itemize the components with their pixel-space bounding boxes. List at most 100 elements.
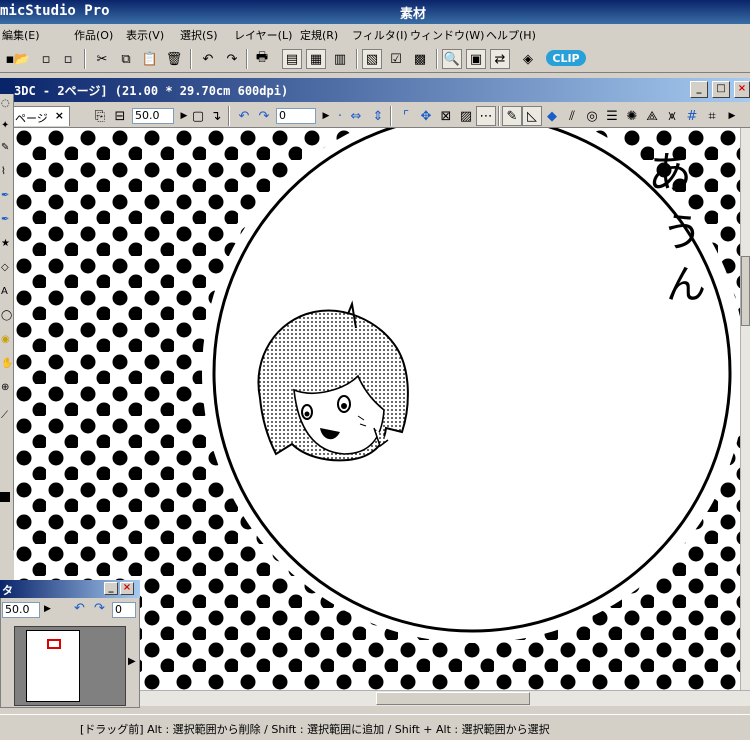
undo-icon[interactable]: ↶ (198, 49, 218, 69)
hand-tool-icon[interactable]: ✋ (1, 358, 13, 369)
expand-icon[interactable]: ✥ (416, 106, 436, 126)
close-button[interactable]: × (734, 81, 750, 98)
concentric-icon[interactable]: ◎ (582, 106, 602, 126)
maximize-button[interactable]: □ (712, 81, 730, 98)
flip-vertical-icon[interactable]: ⇕ (368, 106, 388, 126)
image-icon[interactable]: ▨ (456, 106, 476, 126)
print-icon[interactable]: 🖶 (252, 49, 272, 69)
text-tool-icon[interactable]: A (1, 286, 8, 297)
save-icon[interactable]: ▫ (36, 49, 56, 69)
clip-button[interactable]: CLIP (546, 50, 586, 66)
menu-filter[interactable]: フィルタ(I) (352, 27, 408, 43)
rotate-right-icon[interactable]: ↷ (254, 106, 274, 126)
layer-palette-icon[interactable]: ▤ (282, 49, 302, 69)
triangle-ruler-icon[interactable]: ◺ (522, 106, 542, 126)
frame-icon[interactable]: ⊠ (436, 106, 456, 126)
tool-palette: ◌ ✦ ✎ ⌇ ✒ ✒ ★ ◇ A ◯ ◉ ✋ ⊕ ⟋ (0, 80, 14, 550)
vanishing-icon[interactable]: ⩙ (662, 106, 682, 126)
menu-bar: 編集(E) 作品(O) 表示(V) 選択(S) レイヤー(L) 定規(R) フィ… (0, 24, 750, 44)
perspective-icon[interactable]: ⟁ (642, 106, 662, 126)
speed-lines-icon[interactable]: ⫽ (562, 106, 582, 126)
menu-select[interactable]: 選択(S) (180, 27, 218, 43)
navigator-rotation-input[interactable]: 0 (112, 602, 136, 618)
tool-palette-icon[interactable]: ▧ (362, 49, 382, 69)
menu-layer[interactable]: レイヤー(L) (234, 27, 292, 43)
zoom-input[interactable]: 50.0 (132, 108, 174, 124)
guide-grid-icon[interactable]: ⌗ (702, 106, 722, 126)
menu-edit[interactable]: 編集(E) (2, 27, 40, 43)
tab-label: ページ (15, 112, 48, 125)
fill-tool-icon[interactable]: ◉ (1, 334, 10, 345)
navigator-close-button[interactable]: × (120, 582, 134, 595)
main-toolbar: ▪ 📂 ▫ ▫ ✂ ⧉ 📋 🗑 ↶ ↷ 🖶 ▤ ▦ ▥ ▧ ☑ ▩ 🔍 ▣ ⇄ … (0, 45, 750, 73)
handwriting-char-2: う (662, 210, 702, 256)
status-text: [ドラッグ前] Alt : 選択範囲から削除 / Shift : 選択範囲に追加… (80, 723, 550, 736)
horizontal-scroll-thumb[interactable] (376, 692, 530, 705)
sync-icon[interactable]: ⇄ (490, 49, 510, 69)
materials-icon[interactable]: 🔍 (442, 49, 462, 69)
brush-tool-icon[interactable]: ⌇ (1, 166, 6, 177)
menu-view[interactable]: 表示(V) (126, 27, 164, 43)
navigator-viewport-box[interactable] (47, 639, 61, 649)
rotate-left-icon[interactable]: ↶ (234, 106, 254, 126)
rotation-input[interactable]: 0 (276, 108, 316, 124)
shape-tool-icon[interactable]: ◯ (1, 310, 12, 321)
toolbar-overflow-icon[interactable]: ▶ (722, 106, 742, 126)
pen-tool-icon[interactable]: ✒ (1, 190, 9, 201)
eraser-tool-icon[interactable]: ◇ (1, 262, 9, 273)
marker-tool-icon[interactable]: ✒ (1, 214, 9, 225)
navigator-zoom-arrow-icon[interactable]: ▶ (44, 604, 51, 614)
history-palette-icon[interactable]: ▥ (330, 49, 350, 69)
handwriting-char-1: あ (648, 148, 692, 199)
fit-icon[interactable]: ⊟ (110, 106, 130, 126)
page-icon[interactable]: ⎘ (90, 106, 110, 126)
menu-work[interactable]: 作品(O) (74, 27, 113, 43)
grid-dots-icon[interactable]: ⋯ (476, 106, 496, 126)
page-view-icon[interactable]: ▢ (188, 106, 208, 126)
save-as-icon[interactable]: ▫ (58, 49, 78, 69)
navigator-arrow-icon[interactable]: ▶ (128, 656, 136, 667)
star-tool-icon[interactable]: ★ (1, 238, 10, 249)
navigator-title-bar: タ _ × (0, 580, 140, 598)
cut-icon[interactable]: ✂ (92, 49, 112, 69)
title-bar: micStudio Pro 素材 (0, 0, 750, 24)
vertical-scroll-thumb[interactable] (741, 256, 750, 326)
open-folder-icon[interactable]: 📂 (12, 49, 32, 69)
grid-icon[interactable]: # (682, 106, 702, 126)
pencil-tool-icon[interactable]: ✎ (1, 142, 9, 153)
menu-window[interactable]: ウィンドウ(W) (410, 27, 484, 43)
color-palette-icon[interactable]: ▩ (410, 49, 430, 69)
page-flip-icon[interactable]: ↴ (206, 106, 226, 126)
navigator-rotate-right-icon[interactable]: ↷ (94, 601, 105, 616)
delete-icon[interactable]: 🗑 (164, 49, 184, 69)
vertical-scrollbar[interactable] (740, 128, 750, 690)
tab-close-icon[interactable]: × (55, 109, 64, 122)
parallel-lines-icon[interactable]: ☰ (602, 106, 622, 126)
cube-icon[interactable]: ◆ (542, 106, 562, 126)
color-swatch-icon[interactable] (0, 492, 10, 502)
eyedropper-tool-icon[interactable]: ⟋ (1, 410, 8, 421)
handwriting-char-3: ん (666, 262, 706, 308)
properties-palette-icon[interactable]: ▦ (306, 49, 326, 69)
crop-mark-icon[interactable]: ⌜ (396, 106, 416, 126)
magic-wand-icon[interactable]: ✦ (1, 120, 9, 131)
checklist-icon[interactable]: ☑ (386, 49, 406, 69)
navigator-minimize-button[interactable]: _ (104, 582, 118, 595)
flip-horizontal-icon[interactable]: ⇔ (346, 106, 366, 126)
zoom-tool-icon[interactable]: ⊕ (1, 382, 9, 393)
minimize-button[interactable]: _ (690, 81, 708, 98)
navigator-rotate-left-icon[interactable]: ↶ (74, 601, 85, 616)
plugin-icon[interactable]: ◈ (518, 49, 538, 69)
navigator-icon[interactable]: ▣ (466, 49, 486, 69)
menu-ruler[interactable]: 定規(R) (300, 27, 338, 43)
tool-palette-title (0, 80, 14, 94)
lasso-tool-icon[interactable]: ◌ (1, 98, 10, 109)
focus-lines-icon[interactable]: ✺ (622, 106, 642, 126)
redo-icon[interactable]: ↷ (222, 49, 242, 69)
copy-icon[interactable]: ⧉ (116, 49, 136, 69)
menu-help[interactable]: ヘルプ(H) (486, 27, 536, 43)
navigator-zoom-input[interactable]: 50.0 (2, 602, 40, 618)
paste-icon[interactable]: 📋 (140, 49, 160, 69)
navigator-title: タ (2, 584, 13, 597)
pen-ruler-icon[interactable]: ✎ (502, 106, 522, 126)
